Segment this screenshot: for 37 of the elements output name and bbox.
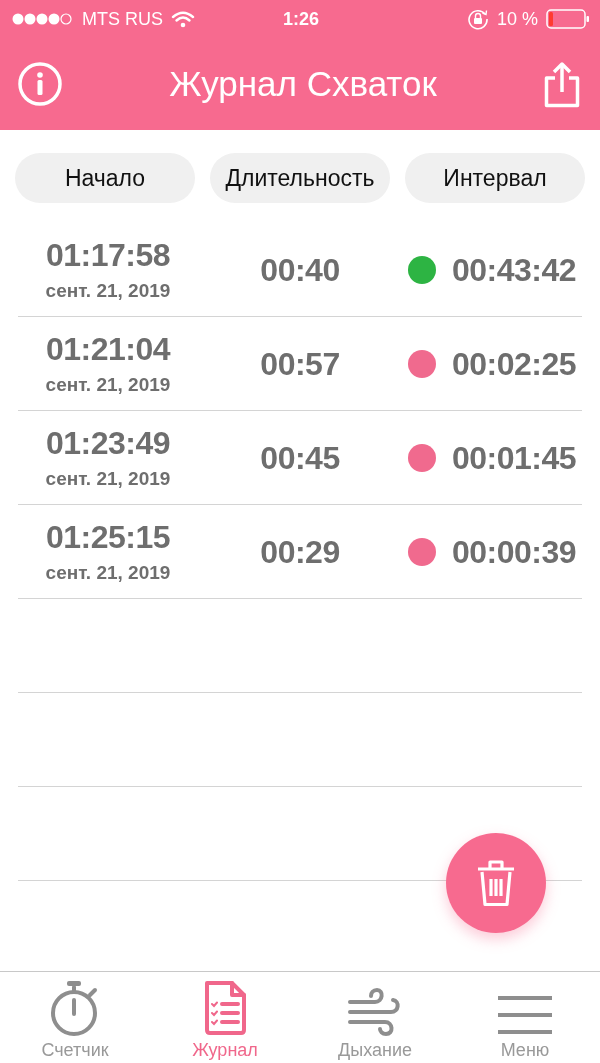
battery-icon [546,9,590,29]
clock-time: 1:26 [283,7,319,31]
trash-icon [476,859,516,907]
carrier-name: MTS RUS [82,7,163,31]
signal-icon [12,12,74,26]
start-time: 01:17:58 [45,239,171,271]
info-icon[interactable] [18,62,62,106]
interval-time: 00:43:42 [451,253,577,286]
start-date: сент. 21, 2019 [45,563,171,582]
start-time: 01:23:49 [45,427,171,459]
share-icon[interactable] [544,60,580,108]
rotation-lock-icon [466,8,489,30]
wind-icon [347,987,403,1038]
interval-time: 00:02:25 [451,347,577,380]
battery-percent: 10 % [496,7,538,31]
interval-time: 00:01:45 [451,441,577,474]
column-header: Длительность [210,153,390,203]
tab-item[interactable]: Меню [450,972,600,1063]
tab-item[interactable]: Журнал [150,972,300,1063]
interval-time: 00:00:39 [451,535,577,568]
tab-item[interactable]: Дыхание [300,972,450,1063]
tab-item[interactable]: Счетчик [0,972,150,1063]
start-time: 01:21:04 [45,333,171,365]
checklist-document-icon [202,979,248,1038]
wifi-icon [171,10,195,28]
duration-time: 00:29 [260,535,340,568]
start-date: сент. 21, 2019 [45,281,171,300]
screen-title: Журнал Схваток [169,64,437,104]
column-header: Начало [15,153,195,203]
duration-time: 00:57 [260,347,340,380]
duration-time: 00:45 [260,441,340,474]
duration-time: 00:40 [260,253,340,286]
start-date: сент. 21, 2019 [45,469,171,488]
start-date: сент. 21, 2019 [45,375,171,394]
start-time: 01:25:15 [45,521,171,553]
delete-button[interactable] [446,833,546,933]
column-header: Интервал [405,153,585,203]
